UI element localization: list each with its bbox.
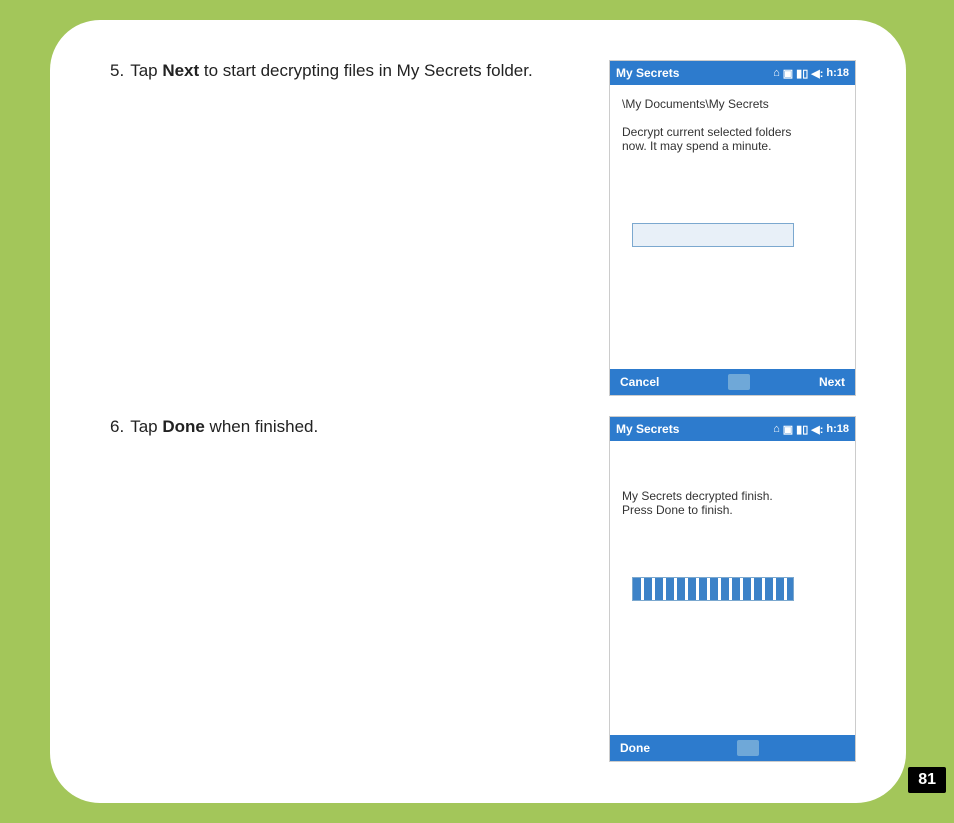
step-5-number: 5. <box>110 60 124 82</box>
step-6-prefix: Tap <box>130 417 162 436</box>
home-icon: ⌂ <box>773 67 780 79</box>
step-6-number: 6. <box>110 416 124 438</box>
page-number-badge: 81 <box>908 767 946 793</box>
s1-message: Decrypt current selected folders now. It… <box>622 125 802 153</box>
s2-status-icons: ⌂ ▣ ▮▯ ◀: h:18 <box>773 423 849 436</box>
sound-icon: ◀: <box>811 67 823 80</box>
step-5-row: 5. Tap Next to start decrypting files in… <box>110 60 856 396</box>
keyboard-icon[interactable] <box>728 374 750 390</box>
keyboard-icon[interactable] <box>737 740 759 756</box>
home-icon: ⌂ <box>773 423 780 435</box>
s2-titlebar: My Secrets ⌂ ▣ ▮▯ ◀: h:18 <box>610 417 855 441</box>
s2-softkey-bar: Done <box>610 735 855 761</box>
s1-titlebar: My Secrets ⌂ ▣ ▮▯ ◀: h:18 <box>610 61 855 85</box>
s2-progress-bar <box>632 577 794 601</box>
step-5-text: 5. Tap Next to start decrypting files in… <box>110 60 579 82</box>
s2-app-title: My Secrets <box>616 422 773 436</box>
s1-folder-path: \My Documents\My Secrets <box>622 97 843 111</box>
s1-time: h:18 <box>826 67 849 79</box>
step-5-bold: Next <box>162 61 199 80</box>
step-5-prefix: Tap <box>130 61 162 80</box>
s2-message: My Secrets decrypted finish. Press Done … <box>622 489 802 517</box>
note-icon: ▣ <box>783 423 793 436</box>
step-6-suffix: when finished. <box>205 417 318 436</box>
step-6-bold: Done <box>162 417 205 436</box>
step-6-body: Tap Done when finished. <box>130 416 579 438</box>
step-5-suffix: to start decrypting files in My Secrets … <box>199 61 533 80</box>
s1-softkey-bar: Cancel Next <box>610 369 855 395</box>
s1-status-icons: ⌂ ▣ ▮▯ ◀: h:18 <box>773 67 849 80</box>
sound-icon: ◀: <box>811 423 823 436</box>
screenshot-1: My Secrets ⌂ ▣ ▮▯ ◀: h:18 \My Documents\… <box>609 60 856 396</box>
signal-icon: ▮▯ <box>796 67 808 80</box>
signal-icon: ▮▯ <box>796 423 808 436</box>
note-icon: ▣ <box>783 67 793 80</box>
s1-body: \My Documents\My Secrets Decrypt current… <box>610 85 855 369</box>
step-6-row: 6. Tap Done when finished. My Secrets ⌂ … <box>110 416 856 762</box>
s1-next-button[interactable]: Next <box>819 375 845 389</box>
s2-time: h:18 <box>826 423 849 435</box>
s2-done-button[interactable]: Done <box>620 741 650 755</box>
step-6-text: 6. Tap Done when finished. <box>110 416 579 438</box>
screenshot-2: My Secrets ⌂ ▣ ▮▯ ◀: h:18 My Secrets dec… <box>609 416 856 762</box>
s1-cancel-button[interactable]: Cancel <box>620 375 659 389</box>
s1-progress-bar <box>632 223 794 247</box>
s2-body: My Secrets decrypted finish. Press Done … <box>610 441 855 735</box>
manual-page-card: 5. Tap Next to start decrypting files in… <box>50 20 906 803</box>
step-5-body: Tap Next to start decrypting files in My… <box>130 60 579 82</box>
s1-app-title: My Secrets <box>616 66 773 80</box>
